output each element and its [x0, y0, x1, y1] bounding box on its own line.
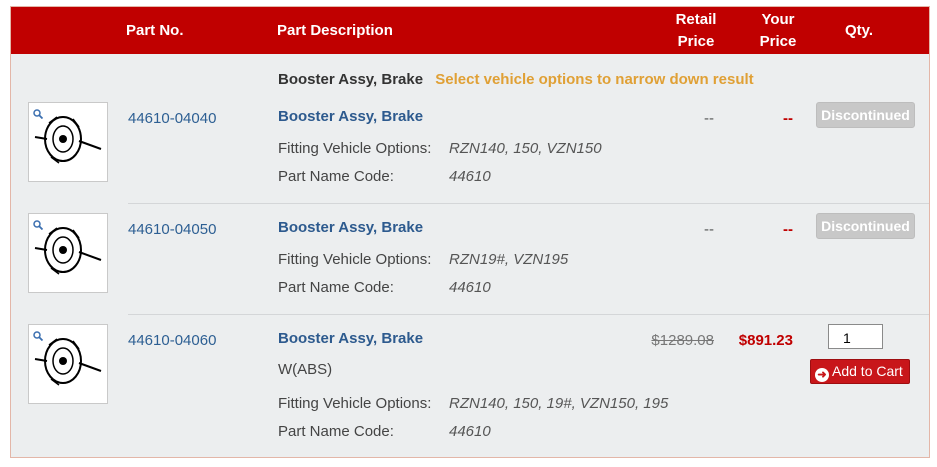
your-price: -- — [783, 110, 793, 127]
brake-booster-icon — [34, 338, 102, 386]
name-code-value: 44610 — [449, 279, 491, 296]
zoom-icon[interactable] — [33, 220, 43, 230]
retail-price: $1289.08 — [651, 332, 714, 349]
fitting-value: RZN19#, VZN195 — [449, 251, 569, 268]
discontinued-button: Discontinued — [816, 102, 915, 128]
discontinued-button: Discontinued — [816, 213, 915, 239]
table-header: Part No. Part Description Retail Price Y… — [11, 7, 929, 54]
header-your-price: Your Price — [759, 11, 797, 50]
part-number-link[interactable]: 44610-04050 — [128, 221, 216, 238]
fitting-label: Fitting Vehicle Options: — [278, 140, 432, 157]
row-divider — [128, 203, 929, 204]
part-note: W(ABS) — [278, 361, 333, 378]
fitting-value: RZN140, 150, VZN150 — [449, 140, 602, 157]
quantity-input[interactable] — [828, 324, 883, 349]
name-code-label: Part Name Code: — [278, 423, 394, 440]
part-thumbnail[interactable] — [28, 324, 108, 404]
part-description-link[interactable]: Booster Assy, Brake — [278, 108, 423, 125]
zoom-icon[interactable] — [33, 331, 43, 341]
header-retail-price: Retail Price — [675, 11, 717, 50]
retail-price: -- — [704, 221, 714, 238]
part-number-link[interactable]: 44610-04060 — [128, 332, 216, 349]
fitting-label: Fitting Vehicle Options: — [278, 251, 432, 268]
zoom-icon[interactable] — [33, 109, 43, 119]
name-code-value: 44610 — [449, 423, 491, 440]
part-thumbnail[interactable] — [28, 213, 108, 293]
part-thumbnail[interactable] — [28, 102, 108, 182]
group-hint: Select vehicle options to narrow down re… — [435, 71, 754, 88]
your-price: -- — [783, 221, 793, 238]
add-to-cart-label: Add to Cart — [832, 363, 903, 379]
brake-booster-icon — [34, 116, 102, 164]
part-description-link[interactable]: Booster Assy, Brake — [278, 330, 423, 347]
retail-price: -- — [704, 110, 714, 127]
header-part-description: Part Description — [277, 22, 393, 39]
name-code-label: Part Name Code: — [278, 168, 394, 185]
fitting-value: RZN140, 150, 19#, VZN150, 195 — [449, 395, 669, 412]
name-code-label: Part Name Code: — [278, 279, 394, 296]
fitting-label: Fitting Vehicle Options: — [278, 395, 432, 412]
brake-booster-icon — [34, 227, 102, 275]
group-name: Booster Assy, Brake — [278, 71, 424, 88]
part-number-link[interactable]: 44610-04040 — [128, 110, 216, 127]
name-code-value: 44610 — [449, 168, 491, 185]
header-qty: Qty. — [844, 22, 874, 39]
header-part-no: Part No. — [126, 22, 184, 39]
row-divider — [128, 314, 929, 315]
arrow-right-circle-icon: ➜ — [815, 368, 829, 382]
group-title: Booster Assy, Brake Select vehicle optio… — [278, 71, 754, 88]
add-to-cart-button[interactable]: ➜ Add to Cart — [810, 359, 910, 384]
your-price: $891.23 — [738, 332, 793, 349]
parts-table: Part No. Part Description Retail Price Y… — [10, 6, 930, 458]
part-description-link[interactable]: Booster Assy, Brake — [278, 219, 423, 236]
